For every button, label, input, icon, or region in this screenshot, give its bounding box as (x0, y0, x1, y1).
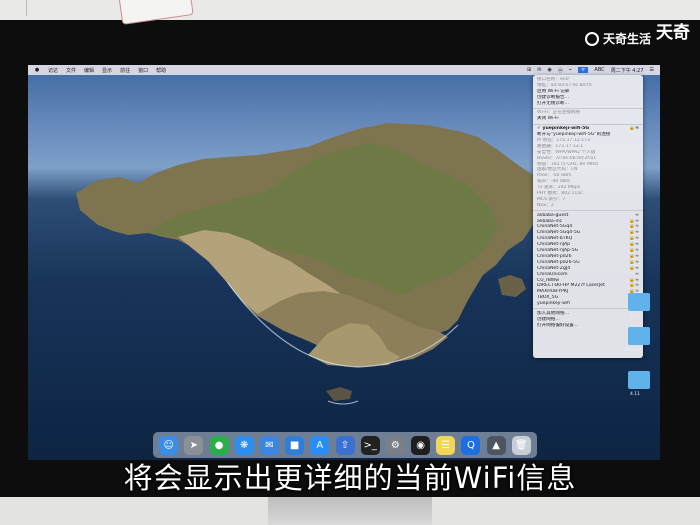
open-network-preferences[interactable]: 打开网络偏好设置... (533, 323, 643, 329)
network-name: ChinaNet-5Gq4 (537, 224, 573, 230)
menu-item-go[interactable]: 前往 (120, 67, 130, 74)
terminal-icon[interactable]: >_ (360, 435, 380, 455)
apple-icon[interactable]: ● (34, 67, 40, 73)
network-name: alibaba-inc (537, 218, 563, 224)
network-name: ChinaNet-nJAp (537, 242, 571, 248)
wechat-icon[interactable]: ● (209, 435, 229, 455)
desk-paper (118, 0, 194, 25)
mac-screen: ● 访达 文件 编辑 显示 前往 窗口 帮助 ⊞ ✉ ◉ ⓦ ⌁ ᯤ ABC 周… (28, 65, 660, 460)
watermark-text: 天奇生活 (603, 32, 652, 46)
status-record-icon[interactable]: ◉ (547, 67, 551, 73)
quicktime-icon[interactable]: Q (461, 435, 481, 455)
network-name: TBOX_5G (537, 295, 559, 301)
preferences-icon[interactable]: ⚙ (385, 435, 405, 455)
menu-separator (533, 123, 643, 125)
network-name: CU_rBWw (537, 277, 560, 283)
finder-icon[interactable]: ☺ (159, 435, 179, 455)
network-name: ChinaNet-ZgJ4 (537, 265, 571, 271)
desk-background-top (0, 0, 700, 25)
desktop-folder-label: aProject (624, 348, 643, 353)
current-network-name: ✓ yuepinkeji-wifi-5G (537, 126, 590, 132)
network-name: DIRECT-B0-HP M227f LaserJet (537, 283, 605, 289)
desktop-folder-icon[interactable] (628, 371, 650, 389)
menu-row-wireless-diagnostics[interactable]: 打开无线诊断... (533, 101, 643, 107)
desk-background-bottom (0, 497, 700, 525)
appstore-icon[interactable]: A (310, 435, 330, 455)
network-name: ChinaNet-5Gq4-5G (537, 230, 581, 236)
detail-nss: NSS：2 (537, 202, 554, 208)
menu-separator (533, 308, 643, 310)
network-name: ChinaNet-pd26-5G (537, 259, 580, 265)
menu-separator (533, 210, 643, 212)
status-menus: ⊞ ✉ ◉ ⓦ ⌁ ᯤ ABC 周二下午 4:27 ☰ (527, 65, 654, 75)
airdrop-icon[interactable]: ▲ (486, 435, 506, 455)
menu-item-window[interactable]: 窗口 (138, 67, 148, 74)
video-subtitle: 将会显示出更详细的当前WiFi信息 (123, 461, 577, 495)
launchpad-icon[interactable]: ➤ (184, 435, 204, 455)
notes-icon[interactable]: ☰ (436, 435, 456, 455)
menu-item-finder[interactable]: 访达 (48, 67, 58, 74)
wifi-status-icon[interactable]: ᯤ (577, 67, 589, 73)
safari-icon[interactable]: ❋ (234, 435, 254, 455)
watermark-logo-icon (585, 31, 599, 46)
trash-icon[interactable]: 🗑 (511, 435, 531, 455)
watermark: 天奇生活 (585, 30, 651, 47)
wifi-dropdown-menu: 接口名称：en0 地址：a4:83:e7:9c:8d:f0 启用 Wi-Fi 记… (533, 75, 643, 358)
menu-list-icon[interactable]: ☰ (650, 67, 654, 73)
menu-item-view[interactable]: 显示 (102, 67, 112, 74)
menu-bar: ● 访达 文件 编辑 显示 前往 窗口 帮助 ⊞ ✉ ◉ ⓦ ⌁ ᯤ ABC 周… (28, 65, 660, 75)
status-grid-icon[interactable]: ⊞ (527, 67, 531, 73)
input-source[interactable]: ABC (594, 67, 604, 73)
network-item[interactable]: yuepinkeji-wifi🔒≈ (533, 301, 643, 307)
desktop-folder-label: 4.1.1 (630, 314, 642, 319)
desktop-folder-icon[interactable] (628, 293, 650, 311)
network-name: ChinaNet-pd26 (537, 253, 572, 259)
network-name: ChinaNet-bTKQ (537, 236, 573, 242)
status-mail-icon[interactable]: ✉ (537, 67, 541, 73)
status-battery-icon[interactable]: ⌁ (569, 67, 572, 73)
desktop-folder-label: 4.11 (630, 392, 641, 397)
network-name: yuepinkeji-wifi (537, 301, 571, 307)
network-name: alibaba-guest (537, 212, 569, 218)
network-name: ChinaNet-nJAp-5G (537, 248, 579, 254)
mail-icon[interactable]: ✉ (259, 435, 279, 455)
menu-separator (533, 107, 643, 109)
monitor-stand (268, 497, 432, 525)
qq-icon[interactable]: ◉ (411, 435, 431, 455)
watermark-corner-text: 天奇 (656, 23, 690, 43)
menu-item-file[interactable]: 文件 (66, 67, 76, 74)
update-icon[interactable]: ⇧ (335, 435, 355, 455)
folder-icon[interactable]: ■ (285, 435, 305, 455)
menu-item-edit[interactable]: 编辑 (84, 67, 94, 74)
menu-row-turn-off-wifi[interactable]: 关闭 Wi-Fi (533, 116, 643, 122)
desktop-folder-icon[interactable] (628, 327, 650, 345)
status-w-icon[interactable]: ⓦ (558, 67, 563, 74)
network-name: MAXHUB-YPKJ (537, 289, 569, 295)
menu-item-help[interactable]: 帮助 (156, 67, 166, 74)
network-name: ChinaUnicom (537, 271, 568, 277)
desk-edge (8, 0, 27, 16)
clock[interactable]: 周二下午 4:27 (611, 67, 644, 74)
